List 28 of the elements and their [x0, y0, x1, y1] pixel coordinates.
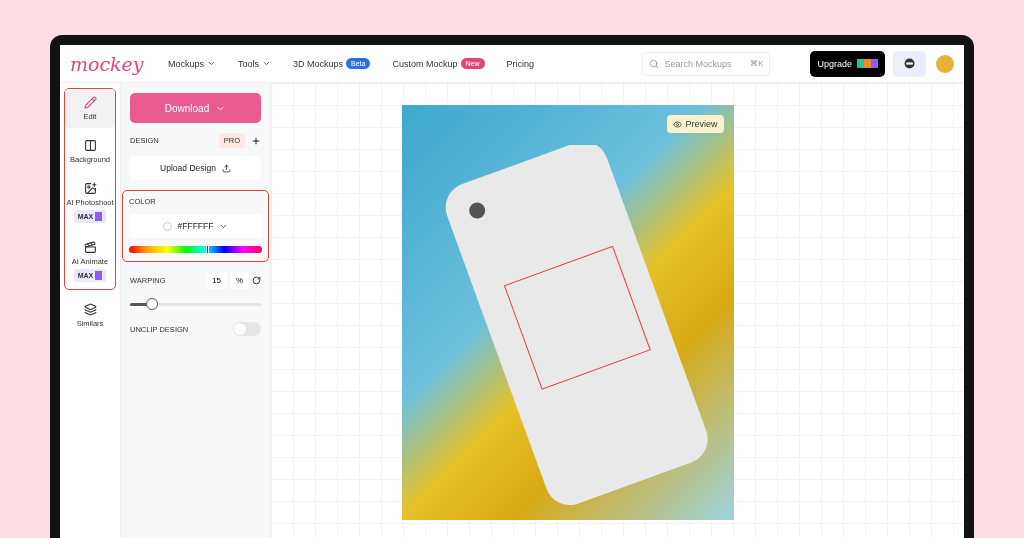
nav-link[interactable]: Pricing: [506, 58, 535, 69]
clapperboard-icon: [83, 241, 97, 254]
plus-icon[interactable]: [251, 135, 261, 146]
color-dropdown[interactable]: #FFFFFF: [129, 214, 262, 238]
eye-icon: [673, 119, 683, 129]
toggle-switch[interactable]: [233, 322, 261, 336]
slider-thumb[interactable]: [146, 298, 159, 310]
colored-squares-icon: [857, 59, 878, 68]
split-square-icon: [83, 139, 97, 152]
search-placeholder: Search Mockups: [664, 58, 732, 69]
preview-button[interactable]: Preview: [667, 115, 724, 133]
profile-button[interactable]: [893, 50, 926, 77]
color-swatch-icon: [162, 221, 172, 231]
layers-icon: [83, 303, 97, 316]
search-icon: [649, 58, 660, 69]
upload-icon: [221, 163, 231, 173]
reset-icon[interactable]: [252, 276, 261, 285]
shortcut-hint: ⌘K: [750, 59, 764, 68]
nav-link[interactable]: Mockups: [168, 58, 216, 69]
upload-design-button[interactable]: Upload Design: [130, 156, 261, 180]
upgrade-button[interactable]: Upgrade: [810, 50, 885, 77]
image-edit-icon: [83, 182, 97, 195]
warping-value[interactable]: 15: [205, 272, 227, 289]
unit-label: %: [229, 272, 249, 289]
pencil-icon: [83, 96, 97, 109]
hue-slider[interactable]: [129, 246, 262, 253]
logo[interactable]: mockey: [70, 52, 168, 75]
nav-link[interactable]: Tools: [238, 58, 272, 69]
